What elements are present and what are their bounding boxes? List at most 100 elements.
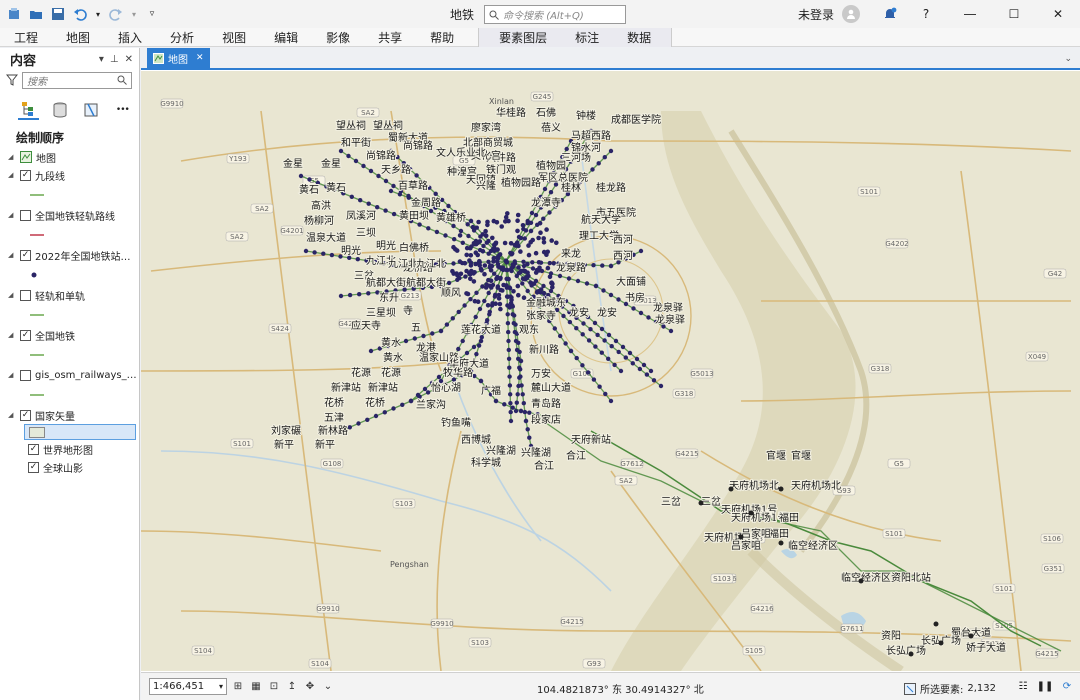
chevron-down-icon[interactable]: ⌄ — [1064, 54, 1072, 64]
map-svg[interactable]: G245 G9910 SA2 Y193 G5 SA2 G4202 SA2 G4201 S424 G2… — [141, 71, 1080, 671]
layer-item[interactable]: ◢ ✓ 九段线 — [0, 166, 139, 184]
scale-selector[interactable]: 1:466,451 ▾ — [149, 678, 227, 695]
layer-item[interactable]: ✓ 世界地形图 — [0, 440, 139, 458]
help-button[interactable]: ? — [904, 0, 948, 28]
avatar[interactable] — [842, 5, 860, 23]
layer-visibility-checkbox[interactable]: ✓ — [28, 443, 39, 455]
undo-icon[interactable] — [72, 6, 88, 22]
layer-visibility-checkbox[interactable]: ✓ — [20, 169, 31, 181]
tab-analysis[interactable]: 分析 — [156, 29, 194, 46]
collapse-icon[interactable]: ◢ — [8, 291, 16, 299]
collapse-icon[interactable]: ◢ — [8, 171, 16, 179]
metro-station-point — [451, 261, 456, 266]
tab-insert[interactable]: 插入 — [104, 29, 142, 46]
layer-legend[interactable] — [24, 424, 136, 440]
layer-item[interactable]: ◢ ✓ 国家矢量 — [0, 406, 139, 424]
station-label: 金融城东 — [526, 296, 566, 309]
tab-help[interactable]: 帮助 — [416, 29, 454, 46]
pane-close-icon[interactable]: ✕ — [125, 54, 133, 65]
metro-station-point — [491, 255, 497, 261]
list-icon[interactable]: ☷ — [1016, 679, 1030, 693]
collapse-icon[interactable]: ◢ — [8, 411, 16, 419]
list-by-data-source-icon[interactable] — [49, 100, 70, 120]
tab-share[interactable]: 共享 — [364, 29, 402, 46]
collapse-icon[interactable]: ◢ — [8, 331, 16, 339]
chevron-down-icon[interactable]: ⌄ — [321, 680, 335, 694]
metro-station-point — [522, 236, 527, 241]
tab-edit[interactable]: 编辑 — [260, 29, 298, 46]
layer-visibility-checkbox[interactable]: ✓ — [20, 409, 31, 421]
command-search-box[interactable]: 命令搜索 (Alt+Q) — [484, 5, 627, 24]
user-status[interactable]: 未登录 — [798, 6, 834, 23]
customize-toolbar-icon[interactable]: ▿ — [144, 6, 160, 22]
layer-visibility-checkbox[interactable] — [20, 209, 31, 221]
collapse-icon[interactable]: ◢ — [8, 153, 16, 161]
grid-icon[interactable]: ▦ — [249, 680, 263, 694]
metro-station-point — [458, 228, 464, 234]
metro-station-point — [561, 313, 566, 319]
new-project-icon[interactable] — [6, 6, 22, 22]
close-button[interactable]: ✕ — [1036, 0, 1080, 28]
undo-dropdown-icon[interactable]: ▾ — [94, 6, 102, 22]
collapse-icon[interactable]: ◢ — [8, 251, 16, 259]
metro-station-point — [593, 283, 599, 289]
metro-station-point — [298, 173, 304, 179]
list-by-selection-icon[interactable] — [81, 100, 102, 120]
metro-station-point — [498, 252, 503, 257]
tab-feature-layer[interactable]: 要素图层 — [485, 29, 561, 46]
redo-dropdown-icon[interactable]: ▾ — [130, 6, 138, 22]
pause-icon[interactable]: ❚❚ — [1037, 679, 1054, 693]
tab-map[interactable]: 地图 — [52, 29, 90, 46]
layer-visibility-checkbox[interactable] — [20, 369, 31, 381]
metro-station-point — [355, 257, 360, 262]
open-folder-icon[interactable] — [28, 6, 44, 22]
pin-icon[interactable]: ⊥ — [110, 54, 119, 65]
tab-view[interactable]: 视图 — [208, 29, 246, 46]
station-label: 植物园 — [536, 159, 566, 172]
collapse-icon[interactable]: ◢ — [8, 371, 16, 379]
save-icon[interactable] — [50, 6, 66, 22]
layer-item[interactable]: ✓ 全球山影 — [0, 458, 139, 476]
layer-visibility-checkbox[interactable]: ✓ — [20, 329, 31, 341]
navigate-icon[interactable]: ✥ — [303, 680, 317, 694]
metro-station-point — [361, 163, 366, 169]
station-label: 吕家咀 — [741, 527, 771, 540]
map-node[interactable]: ◢ 地图 — [0, 148, 139, 166]
tab-data[interactable]: 数据 — [613, 29, 665, 46]
metro-station-point — [468, 263, 474, 268]
metro-station-point — [933, 621, 939, 627]
layer-item[interactable]: ◢ ✓ 全国地铁 — [0, 326, 139, 344]
contents-search-input[interactable]: 搜索 — [22, 71, 132, 89]
map-tab[interactable]: 地图 ✕ — [147, 48, 210, 68]
layer-visibility-checkbox[interactable]: ✓ — [28, 461, 39, 473]
refresh-icon[interactable]: ⟳ — [1060, 679, 1074, 693]
minimize-button[interactable]: ― — [948, 0, 992, 28]
map-canvas[interactable]: G245 G9910 SA2 Y193 G5 SA2 G4202 SA2 G4201 S424 G2… — [141, 71, 1080, 671]
notification-icon[interactable] — [876, 0, 904, 28]
layer-visibility-checkbox[interactable] — [20, 289, 31, 301]
layer-item[interactable]: ◢ 轻轨和单轨 — [0, 286, 139, 304]
metro-station-point — [450, 316, 455, 321]
metro-station-point — [382, 410, 387, 415]
line-symbol — [30, 314, 44, 316]
tab-project[interactable]: 工程 — [0, 29, 38, 46]
constraint-icon[interactable]: ↥ — [285, 680, 299, 694]
layer-item[interactable]: ◢ gis_osm_railways_… — [0, 366, 139, 384]
fixed-zoom-icon[interactable]: ⊞ — [231, 680, 245, 694]
tab-imagery[interactable]: 影像 — [312, 29, 350, 46]
layer-visibility-checkbox[interactable]: ✓ — [20, 249, 31, 261]
collapse-icon[interactable]: ◢ — [8, 211, 16, 219]
metro-station-point — [498, 275, 503, 281]
contents-view-buttons: ••• — [0, 90, 139, 122]
maximize-button[interactable]: ☐ — [992, 0, 1036, 28]
close-tab-icon[interactable]: ✕ — [196, 53, 204, 63]
filter-icon[interactable] — [6, 74, 18, 86]
layer-item[interactable]: ◢ 全国地铁轻轨路线 — [0, 206, 139, 224]
list-by-drawing-order-icon[interactable] — [18, 100, 40, 120]
tab-labeling[interactable]: 标注 — [561, 29, 613, 46]
redo-icon[interactable] — [108, 6, 124, 22]
layer-item[interactable]: ◢ ✓ 2022年全国地铁站… — [0, 246, 139, 264]
snapping-icon[interactable]: ⊡ — [267, 680, 281, 694]
pane-options-icon[interactable]: ▾ — [99, 54, 104, 65]
more-options-button[interactable]: ••• — [112, 100, 133, 120]
